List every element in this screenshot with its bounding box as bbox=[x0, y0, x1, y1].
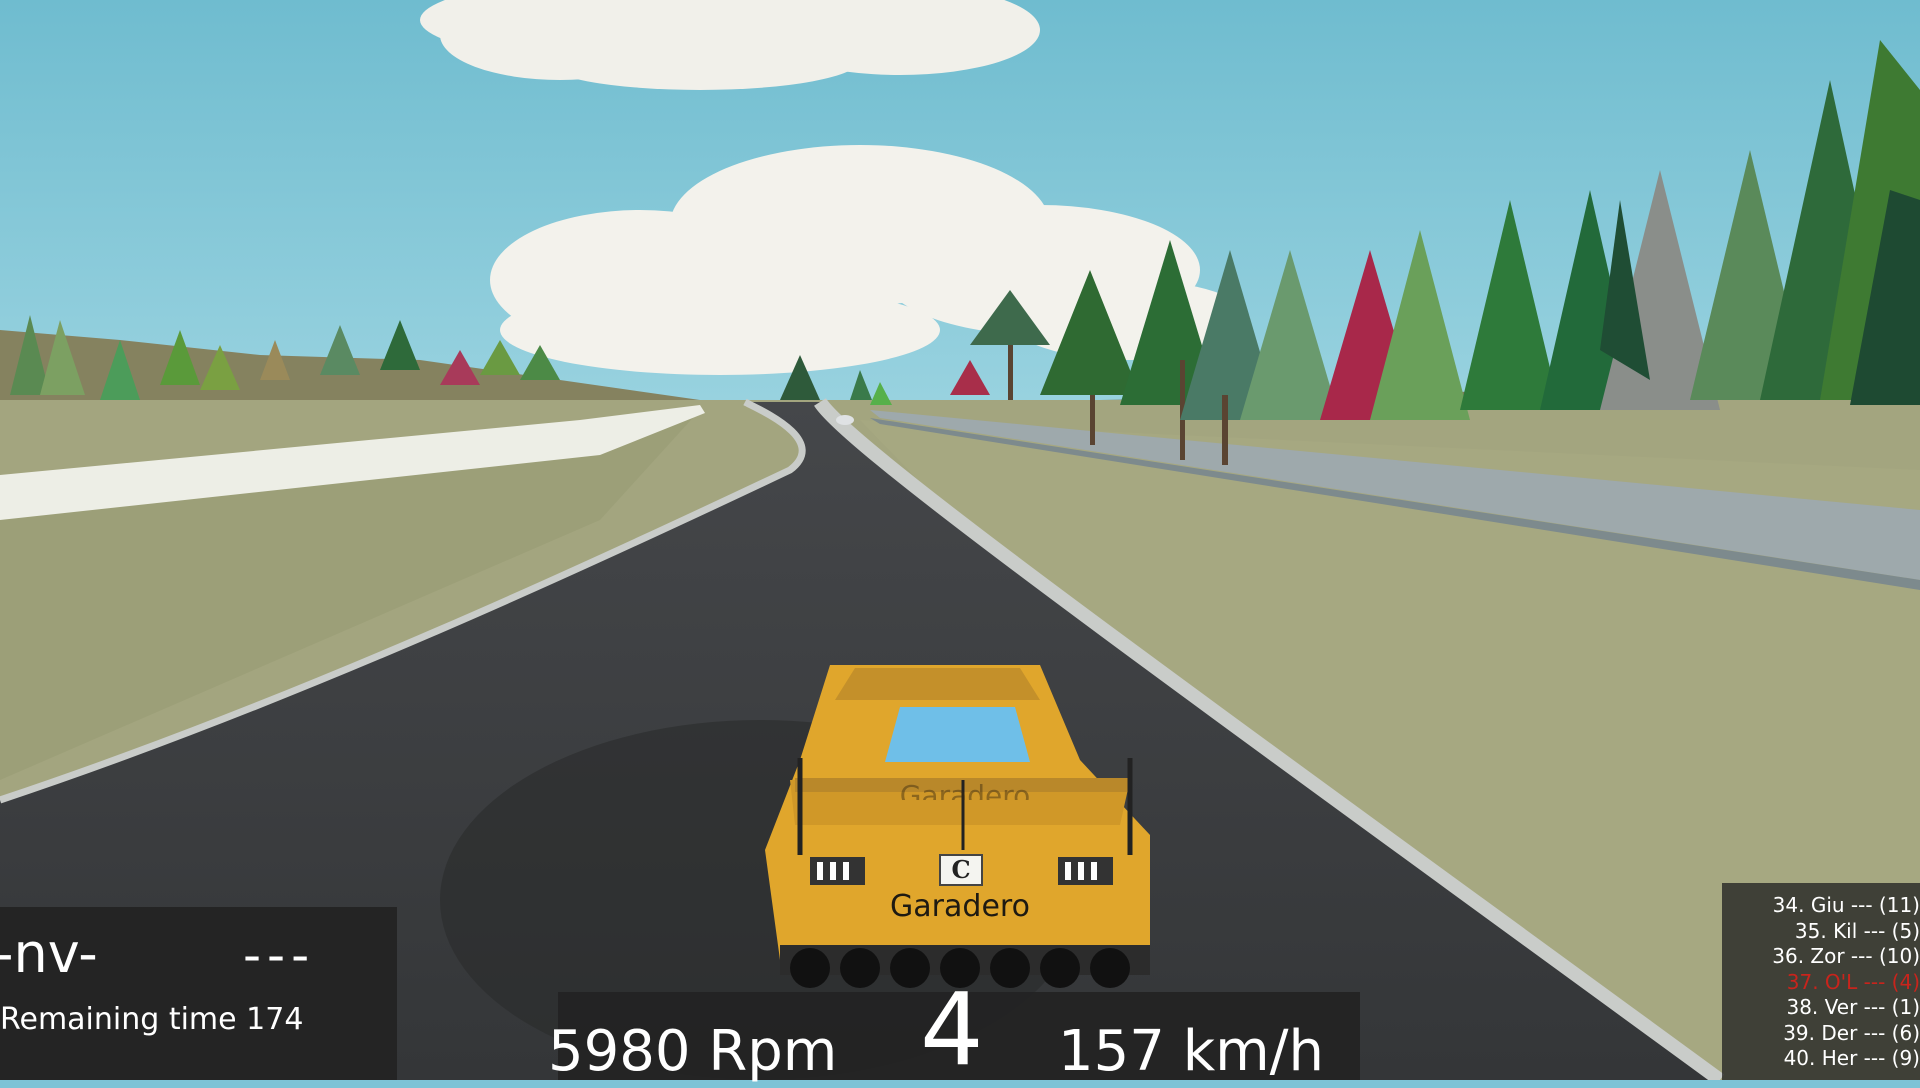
car-badge: C bbox=[951, 855, 971, 884]
player-nickname: -nv- bbox=[0, 922, 98, 985]
car-wing-sponsor: Garadero bbox=[899, 782, 1031, 800]
standings-row: 34. Giu --- (11) bbox=[1772, 893, 1920, 917]
lap-time-placeholder: --- bbox=[243, 926, 316, 984]
standings-row: 40. Her --- (9) bbox=[1783, 1046, 1920, 1070]
standings-row: 35. Kil --- (5) bbox=[1794, 918, 1920, 943]
standings-row: 36. Zor --- (10) bbox=[1772, 944, 1920, 968]
car-rear-sponsor: Garadero bbox=[890, 889, 1030, 924]
distant-car bbox=[836, 415, 854, 425]
rpm-readout: 5980 Rpm bbox=[548, 1019, 838, 1084]
speed-readout: 157 km/h bbox=[1058, 1019, 1325, 1084]
remaining-time: Remaining time 174 bbox=[0, 1002, 304, 1037]
standings-row: 39. Der --- (6) bbox=[1783, 1020, 1920, 1045]
standings-row-player: 37. O'L --- (4) bbox=[1786, 969, 1920, 994]
standings-list: 34. Giu --- (11) 35. Kil --- (5) 36. Zor… bbox=[1722, 893, 1920, 1072]
gear-indicator: 4 bbox=[920, 971, 984, 1088]
standings-row: 38. Ver --- (1) bbox=[1786, 995, 1920, 1019]
